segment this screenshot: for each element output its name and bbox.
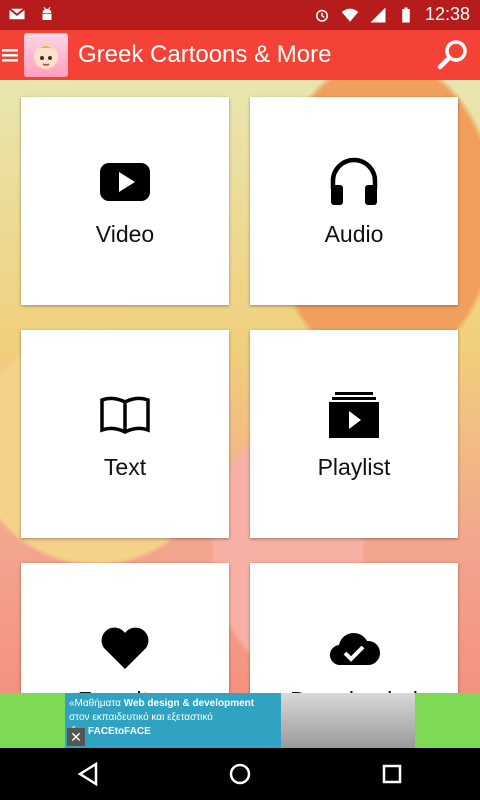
ad-banner[interactable]: «Μαθήματα Web design & development στον … <box>65 693 415 748</box>
text-label: Text <box>103 453 147 480</box>
app-title: Greek Cartoons & More <box>78 41 332 68</box>
ad-line1-bold: Web design & development <box>123 698 255 709</box>
status-bar: 12:38 <box>0 0 480 30</box>
ad-brand: FACEtoFACE <box>88 726 151 737</box>
playlist-tile[interactable]: Playlist <box>250 330 458 538</box>
ad-side-right <box>415 693 480 748</box>
app-bar: Greek Cartoons & More <box>0 30 480 80</box>
headphones-icon <box>330 157 378 205</box>
text-tile[interactable]: Text <box>21 330 229 538</box>
cartoon-girl-icon <box>34 45 58 69</box>
playlist-icon <box>329 391 379 438</box>
cloud-check-icon <box>329 632 381 665</box>
navigation-bar <box>0 748 480 800</box>
status-time: 12:38 <box>424 4 470 24</box>
home-icon[interactable] <box>226 760 254 788</box>
back-icon[interactable] <box>74 760 102 788</box>
gmail-icon <box>8 8 26 20</box>
battery-icon <box>402 7 410 22</box>
video-icon <box>100 162 150 201</box>
wifi-icon <box>341 8 359 22</box>
audio-label: Audio <box>324 220 384 247</box>
search-icon[interactable] <box>436 38 470 72</box>
ad-image <box>281 693 415 748</box>
app-logo[interactable] <box>24 33 68 77</box>
recents-icon[interactable] <box>378 760 406 788</box>
alarm-icon <box>315 9 328 22</box>
playlist-label: Playlist <box>317 453 391 480</box>
ad-side-left <box>0 693 65 748</box>
ad-line1-pre: «Μαθήματα <box>69 698 124 709</box>
ad-close-button[interactable]: ✕ <box>67 728 85 746</box>
signal-icon <box>370 7 386 22</box>
video-tile[interactable]: Video <box>21 97 229 305</box>
video-label: Video <box>95 220 155 247</box>
menu-icon[interactable] <box>2 48 18 62</box>
main-grid: Video Audio Text Playlist Favorites Down… <box>0 80 480 748</box>
android-icon <box>42 6 52 20</box>
audio-tile[interactable]: Audio <box>250 97 458 305</box>
heart-icon <box>101 627 149 669</box>
book-icon <box>100 396 150 434</box>
